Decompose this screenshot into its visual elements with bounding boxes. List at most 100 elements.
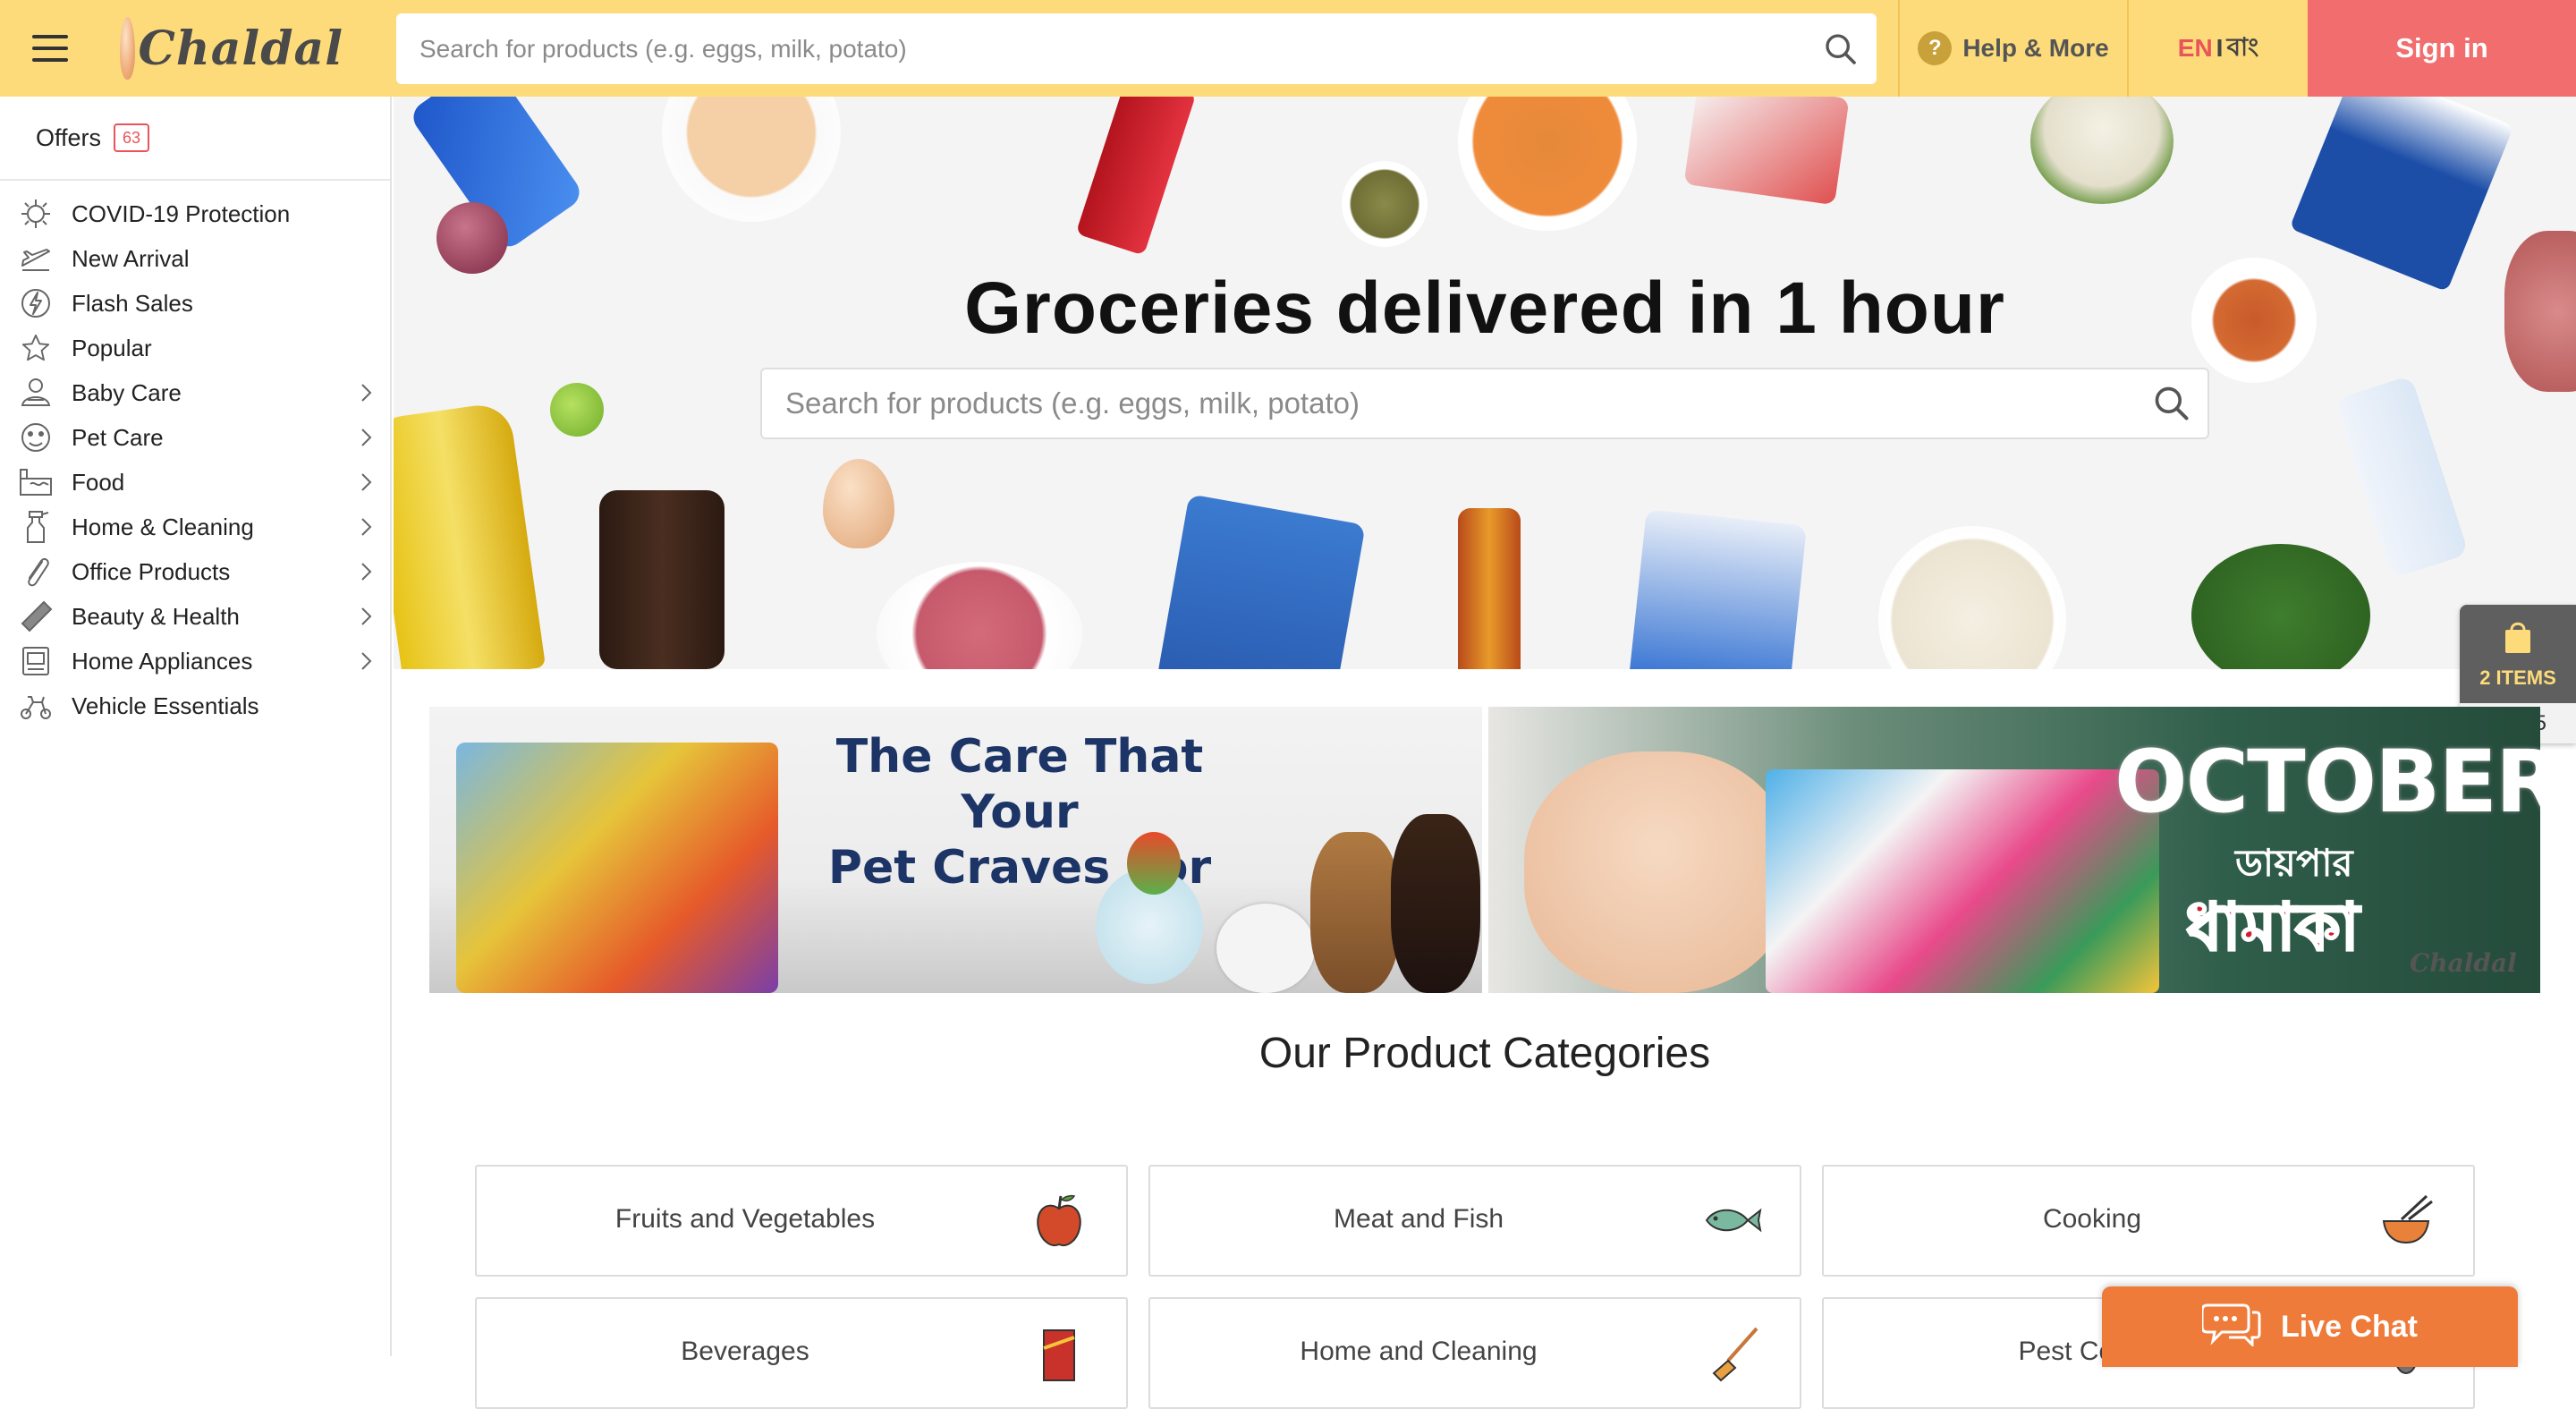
lime-image <box>550 383 604 437</box>
pet-care-promo-banner[interactable]: The Care That Your Pet Craves For <box>429 707 1482 993</box>
category-sidebar: Offers 63 COVID-19 Protection New Arriva… <box>0 97 392 1356</box>
virus-icon <box>18 196 54 232</box>
cart-summary: 2 ITEMS <box>2460 605 2576 703</box>
hero-banner: Groceries delivered in 1 hour <box>394 97 2576 669</box>
spinach-image <box>2191 544 2370 669</box>
help-and-more-button[interactable]: ? Help & More <box>1898 0 2129 97</box>
sidebar-item-label: New Arrival <box>72 244 190 272</box>
sidebar-item-home-cleaning[interactable]: Home & Cleaning <box>0 505 390 549</box>
chevron-right-icon <box>360 561 374 589</box>
pet-icon <box>18 420 54 455</box>
egg-image <box>823 459 894 548</box>
cola-bottle-image <box>1075 97 1197 256</box>
sidebar-item-baby-care[interactable]: Baby Care <box>0 370 390 415</box>
pet-banner-title-line1: The Care That Your <box>835 730 1204 839</box>
hamburger-menu-icon[interactable] <box>32 21 86 75</box>
sidebar-item-label: Vehicle Essentials <box>72 692 259 719</box>
language-switcher: EN I বাং <box>2129 0 2308 97</box>
header-search-input[interactable] <box>396 13 1805 84</box>
beverage-icon <box>1028 1321 1090 1384</box>
baby-oil-bottle-image <box>2334 375 2470 579</box>
lightning-icon <box>18 285 54 321</box>
broom-icon <box>1701 1321 1764 1384</box>
live-chat-button[interactable]: Live Chat <box>2102 1286 2518 1367</box>
appliance-icon <box>18 643 54 679</box>
rice-bowl-image <box>1878 526 2066 669</box>
category-card-label: Cooking <box>2042 1204 2142 1234</box>
sidebar-item-label: Baby Care <box>72 378 182 406</box>
minced-meat-image <box>877 562 1082 669</box>
dog-image <box>1391 814 1480 993</box>
diaper-packs-image <box>1766 769 2159 993</box>
salt-pack-image <box>2289 97 2514 293</box>
brand-name: Chaldal <box>138 21 343 76</box>
brand-logo[interactable]: Chaldal <box>120 17 343 80</box>
sign-in-button[interactable]: Sign in <box>2308 0 2576 97</box>
cart-items-count: 2 ITEMS <box>2479 666 2556 689</box>
cooking-pot-icon <box>2375 1189 2437 1252</box>
vehicle-icon <box>18 688 54 724</box>
category-card-beverages[interactable]: Beverages <box>475 1297 1128 1409</box>
tissue-pack-image <box>1683 97 1850 206</box>
help-label: Help & More <box>1962 34 2109 62</box>
star-icon <box>18 330 54 366</box>
offers-link[interactable]: Offers 63 <box>0 97 390 181</box>
sidebar-item-label: Popular <box>72 334 152 361</box>
shopping-bag-icon <box>2502 619 2534 659</box>
sidebar-item-flash-sales[interactable]: Flash Sales <box>0 281 390 326</box>
sidebar-item-label: Food <box>72 468 125 496</box>
category-card-cooking[interactable]: Cooking <box>1822 1165 2475 1277</box>
sidebar-item-new-arrival[interactable]: New Arrival <box>0 236 390 281</box>
sidebar-item-pet-care[interactable]: Pet Care <box>0 415 390 460</box>
cat-image <box>1310 832 1400 993</box>
sidebar-item-home-appliances[interactable]: Home Appliances <box>0 639 390 683</box>
sidebar-item-beauty-health[interactable]: Beauty & Health <box>0 594 390 639</box>
diaper-promo-banner[interactable]: OCTOBER ডায়পার ধামাকা Chaldal <box>1488 707 2540 993</box>
egg-logo-icon <box>120 17 135 80</box>
sugar-pack-image <box>1628 509 1807 669</box>
chevron-right-icon <box>360 471 374 499</box>
sidebar-item-label: Home & Cleaning <box>72 513 254 540</box>
apple-icon <box>1028 1189 1090 1252</box>
search-icon[interactable] <box>1805 13 1877 84</box>
chat-bubble-icon <box>2200 1300 2261 1354</box>
coffee-jar-image <box>599 490 724 669</box>
fish-icon <box>1701 1189 1764 1252</box>
sidebar-category-list: COVID-19 Protection New Arrival Flash Sa… <box>0 181 390 728</box>
lentils-bowl-image <box>1458 97 1637 231</box>
lang-bn-option[interactable]: বাং <box>2226 28 2258 70</box>
category-card-label: Meat and Fish <box>1333 1204 1504 1234</box>
chevron-right-icon <box>360 516 374 544</box>
chevron-right-icon <box>360 606 374 633</box>
sidebar-item-food[interactable]: Food <box>0 460 390 505</box>
category-card-label: Beverages <box>681 1337 809 1366</box>
search-icon[interactable] <box>2136 369 2207 437</box>
sidebar-item-vehicle-essentials[interactable]: Vehicle Essentials <box>0 683 390 728</box>
sidebar-item-popular[interactable]: Popular <box>0 326 390 370</box>
seeds-bowl-image <box>1342 161 1428 247</box>
product-categories-heading: Our Product Categories <box>1258 1030 1711 1077</box>
pet-food-products-image <box>456 743 778 993</box>
baby-icon <box>18 375 54 411</box>
comb-icon <box>18 598 54 634</box>
diaper-banner-tagline: ধামাকা <box>2184 891 2360 965</box>
sidebar-item-label: Pet Care <box>72 423 164 451</box>
lang-en-option[interactable]: EN <box>2178 34 2213 63</box>
oil-bottle-image <box>394 401 547 669</box>
parrot-image <box>1127 832 1181 895</box>
hero-search-input[interactable] <box>762 369 2136 437</box>
rabbit-image <box>1216 904 1315 993</box>
sidebar-item-covid-protection[interactable]: COVID-19 Protection <box>0 191 390 236</box>
category-card-meat-fish[interactable]: Meat and Fish <box>1148 1165 1801 1277</box>
food-icon <box>18 464 54 500</box>
mustard-oil-image <box>1458 508 1521 669</box>
october-title: OCTOBER <box>2114 732 2540 832</box>
category-card-home-cleaning[interactable]: Home and Cleaning <box>1148 1297 1801 1409</box>
category-card-fruits-vegetables[interactable]: Fruits and Vegetables <box>475 1165 1128 1277</box>
lang-separator: I <box>2216 34 2224 62</box>
sidebar-item-office-products[interactable]: Office Products <box>0 549 390 594</box>
category-card-label: Home and Cleaning <box>1300 1337 1538 1366</box>
chicken-plate-image <box>662 97 841 222</box>
cauliflower-image <box>2030 97 2174 204</box>
diaper-banner-brand: Chaldal <box>2410 948 2517 978</box>
